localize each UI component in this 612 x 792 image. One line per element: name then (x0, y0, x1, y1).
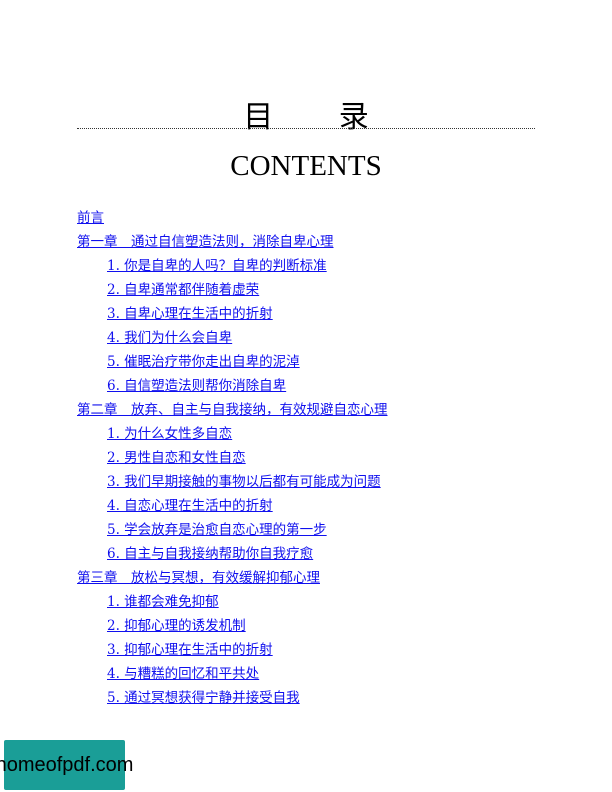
toc-link-chapter-1[interactable]: 第一章 通过自信塑造法则，消除自卑心理 (77, 234, 334, 250)
toc-link-2-3[interactable]: 3. 我们早期接触的事物以后都有可能成为问题 (107, 474, 381, 490)
toc-link-3-1[interactable]: 1. 谁都会难免抑郁 (107, 594, 219, 610)
toc-item-chapter-2: 第二章 放弃、自主与自我接纳，有效规避自恋心理 (77, 398, 577, 422)
toc-link-3-5[interactable]: 5. 通过冥想获得宁静并接受自我 (107, 690, 300, 706)
toc-item-1-1: 1. 你是自卑的人吗？自卑的判断标准 (77, 254, 577, 278)
toc-link-2-5[interactable]: 5. 学会放弃是治愈自恋心理的第一步 (107, 522, 327, 538)
toc-item-preface: 前言 (77, 206, 577, 230)
toc-item-2-5: 5. 学会放弃是治愈自恋心理的第一步 (77, 518, 577, 542)
toc-link-1-3[interactable]: 3. 自卑心理在生活中的折射 (107, 306, 273, 322)
toc-link-1-6[interactable]: 6. 自信塑造法则帮你消除自卑 (107, 378, 286, 394)
toc-link-3-4[interactable]: 4. 与糟糕的回忆和平共处 (107, 666, 259, 682)
toc-item-3-5: 5. 通过冥想获得宁静并接受自我 (77, 686, 577, 710)
toc-item-1-4: 4. 我们为什么会自卑 (77, 326, 577, 350)
toc-link-chapter-3[interactable]: 第三章 放松与冥想，有效缓解抑郁心理 (77, 570, 320, 586)
toc-item-1-6: 6. 自信塑造法则帮你消除自卑 (77, 374, 577, 398)
toc-item-3-3: 3. 抑郁心理在生活中的折射 (77, 638, 577, 662)
toc-item-2-2: 2. 男性自恋和女性自恋 (77, 446, 577, 470)
toc-link-1-5[interactable]: 5. 催眠治疗带你走出自卑的泥淖 (107, 354, 300, 370)
toc-link-1-4[interactable]: 4. 我们为什么会自卑 (107, 330, 232, 346)
toc-item-2-6: 6. 自主与自我接纳帮助你自我疗愈 (77, 542, 577, 566)
toc-link-1-2[interactable]: 2. 自卑通常都伴随着虚荣 (107, 282, 259, 298)
toc-item-3-2: 2. 抑郁心理的诱发机制 (77, 614, 577, 638)
toc-link-1-1[interactable]: 1. 你是自卑的人吗？自卑的判断标准 (107, 258, 327, 274)
toc-item-3-1: 1. 谁都会难免抑郁 (77, 590, 577, 614)
watermark-logo: homeofpdf.com (0, 740, 133, 790)
toc-link-2-2[interactable]: 2. 男性自恋和女性自恋 (107, 450, 246, 466)
toc-link-chapter-2[interactable]: 第二章 放弃、自主与自我接纳，有效规避自恋心理 (77, 402, 388, 418)
toc-link-2-4[interactable]: 4. 自恋心理在生活中的折射 (107, 498, 273, 514)
toc-item-1-5: 5. 催眠治疗带你走出自卑的泥淖 (77, 350, 577, 374)
toc-item-1-2: 2. 自卑通常都伴随着虚荣 (77, 278, 577, 302)
toc-link-3-2[interactable]: 2. 抑郁心理的诱发机制 (107, 618, 246, 634)
toc-item-chapter-3: 第三章 放松与冥想，有效缓解抑郁心理 (77, 566, 577, 590)
toc-item-1-3: 3. 自卑心理在生活中的折射 (77, 302, 577, 326)
toc-link-2-6[interactable]: 6. 自主与自我接纳帮助你自我疗愈 (107, 546, 313, 562)
toc-item-2-4: 4. 自恋心理在生活中的折射 (77, 494, 577, 518)
page-title: 目 录 (243, 100, 397, 135)
toc-item-3-4: 4. 与糟糕的回忆和平共处 (77, 662, 577, 686)
toc-link-2-1[interactable]: 1. 为什么女性多自恋 (107, 426, 232, 442)
toc-link-3-3[interactable]: 3. 抑郁心理在生活中的折射 (107, 642, 273, 658)
toc-item-2-3: 3. 我们早期接触的事物以后都有可能成为问题 (77, 470, 577, 494)
table-of-contents: 前言 第一章 通过自信塑造法则，消除自卑心理 1. 你是自卑的人吗？自卑的判断标… (77, 206, 577, 710)
contents-heading: CONTENTS (230, 150, 382, 182)
toc-item-2-1: 1. 为什么女性多自恋 (77, 422, 577, 446)
toc-item-chapter-1: 第一章 通过自信塑造法则，消除自卑心理 (77, 230, 577, 254)
divider (77, 128, 535, 129)
toc-link-preface[interactable]: 前言 (77, 210, 104, 226)
